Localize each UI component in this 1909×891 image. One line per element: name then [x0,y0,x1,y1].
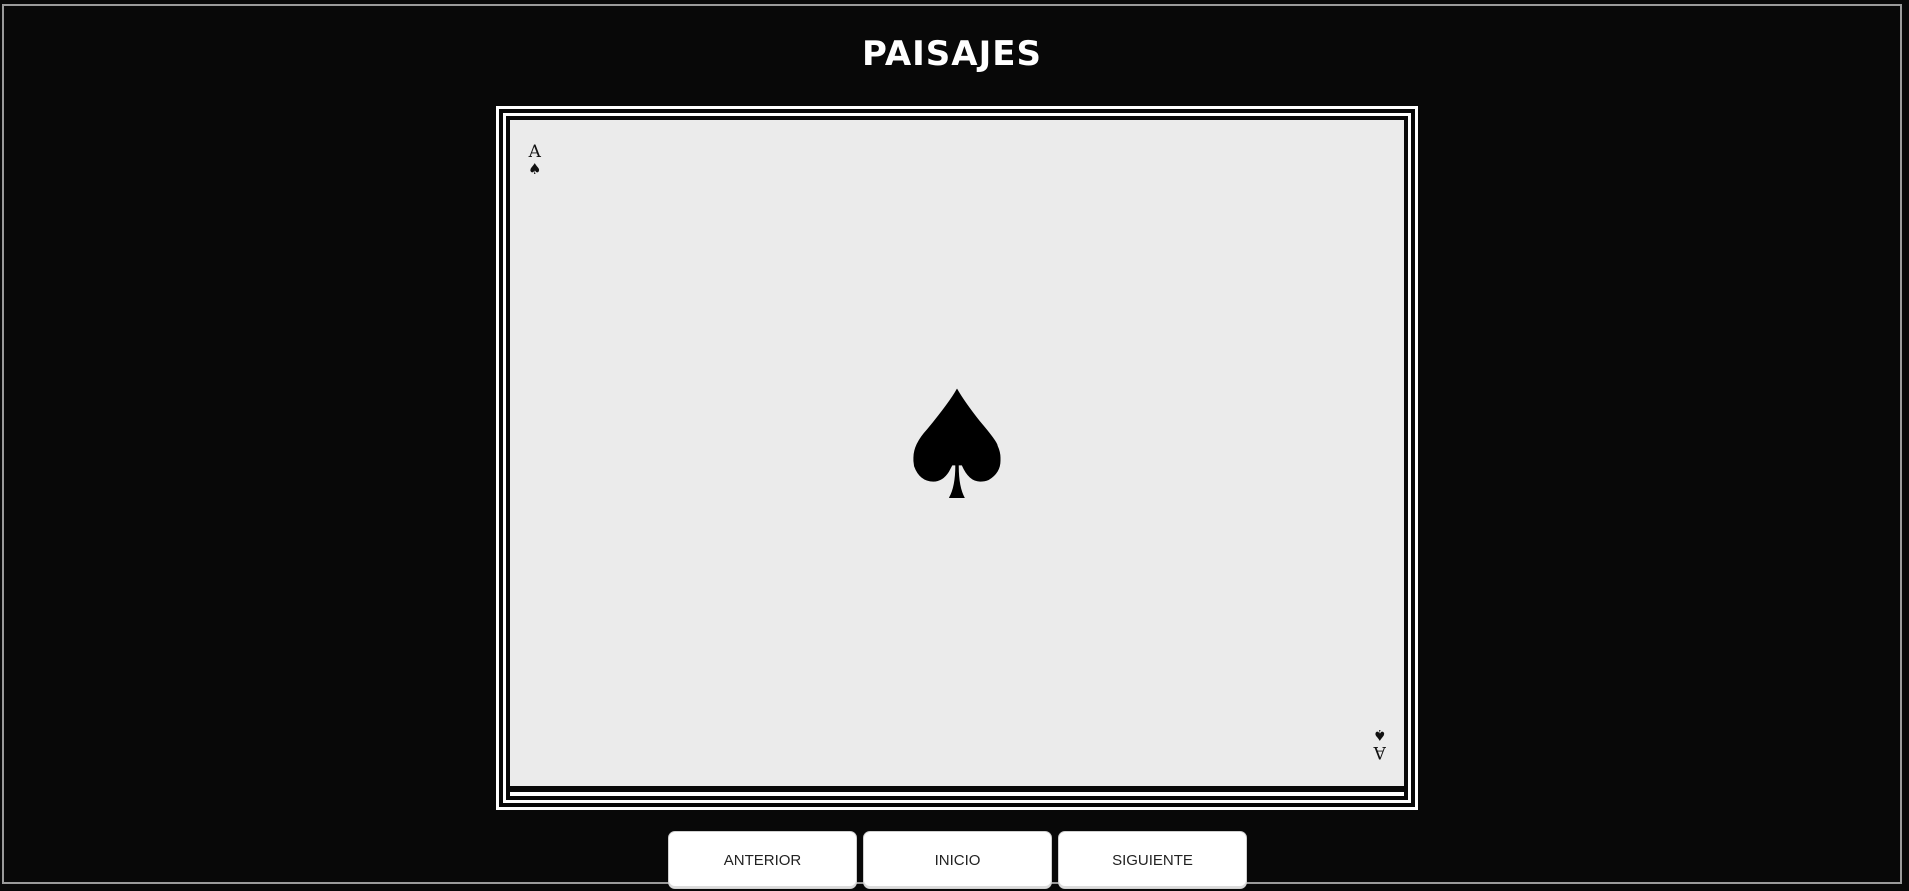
card-corner-bottom-right: A ♠ [1372,726,1386,762]
page-title: PAISAJES [862,34,1042,74]
previous-button[interactable]: ANTERIOR [668,831,857,889]
spade-icon: ♠ [528,160,542,178]
next-button[interactable]: SIGUIENTE [1058,831,1247,889]
card-corner-top-left: A ♠ [528,144,541,177]
image-viewer: A ♠ ♠ A ♠ [496,106,1418,810]
spade-icon: ♠ [1372,726,1386,744]
card-rank: A [1373,742,1386,762]
card-rank: A [528,142,541,162]
ace-of-spades-card: A ♠ ♠ A ♠ [510,120,1404,790]
card-bottom-strip [510,792,1404,796]
image-viewer-inner-frame: A ♠ ♠ A ♠ [503,113,1411,803]
home-button[interactable]: INICIO [863,831,1052,889]
spade-icon: ♠ [889,360,1025,534]
page-frame: PAISAJES A ♠ ♠ A ♠ ANTERIOR INICIO SIGUI… [2,4,1902,889]
navigation-buttons: ANTERIOR INICIO SIGUIENTE [668,831,1247,889]
